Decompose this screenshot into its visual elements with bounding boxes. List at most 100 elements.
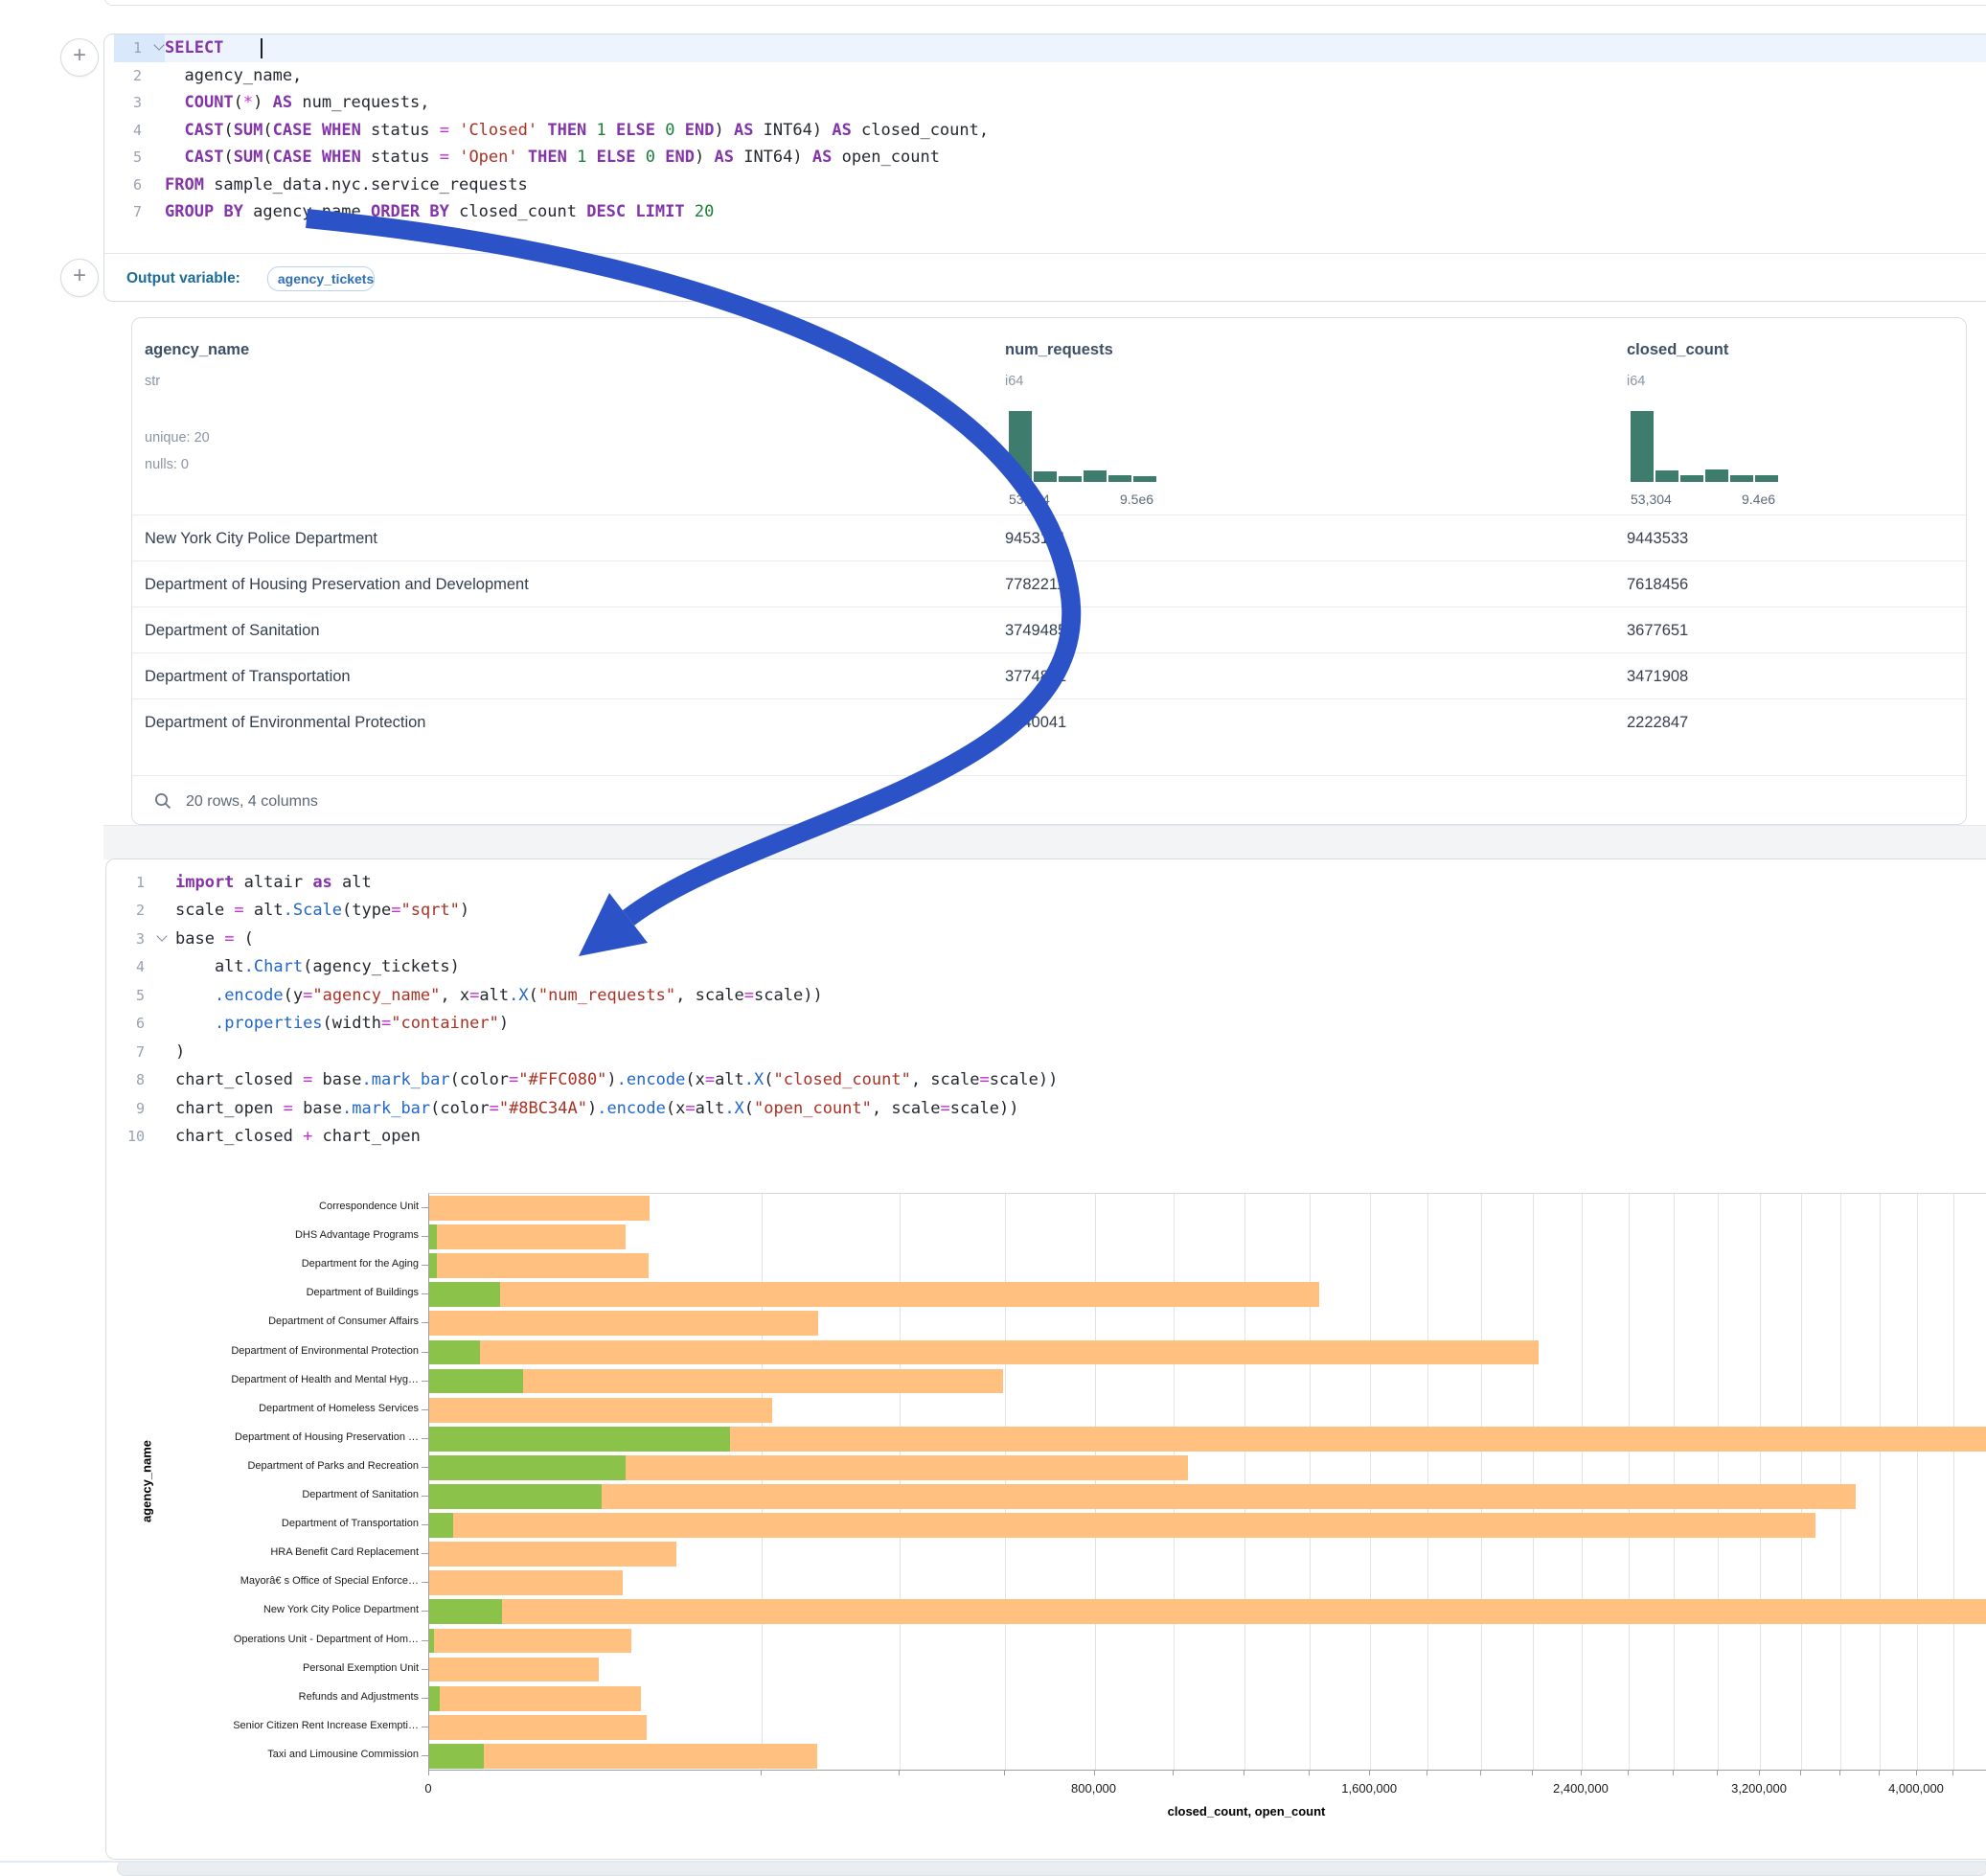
code-line[interactable]: 2scale = alt.Scale(type="sqrt"): [106, 897, 1986, 926]
y-axis-label: Operations Unit - Department of Hom…: [112, 1634, 419, 1645]
gridline: [1760, 1194, 1761, 1771]
line-number: 8: [106, 1066, 145, 1095]
line-number: 7: [104, 198, 142, 226]
column-type: str: [145, 374, 160, 389]
x-axis-tick: [1879, 1770, 1880, 1775]
gridline: [1533, 1194, 1534, 1771]
gridline: [1310, 1194, 1311, 1771]
python-editor[interactable]: 1import altair as alt2scale = alt.Scale(…: [106, 868, 1986, 1155]
gridline: [1953, 1194, 1954, 1771]
bar-closed_count: [429, 1282, 1319, 1307]
code-line[interactable]: 5 CAST(SUM(CASE WHEN status = 'Open' THE…: [104, 144, 1986, 172]
histogram-bar: [1655, 470, 1678, 482]
code-line[interactable]: 7): [106, 1038, 1986, 1066]
histogram: [1631, 411, 1778, 482]
x-axis-tick: [1759, 1770, 1760, 1775]
gridline: [1095, 1194, 1096, 1771]
y-axis-label: Department of Sanitation: [112, 1489, 419, 1500]
gridline: [1629, 1194, 1630, 1771]
table-cell: 7782211: [1005, 561, 1065, 607]
table-row[interactable]: Department of Environmental Protection22…: [132, 698, 1966, 745]
fold-chevron-icon[interactable]: [156, 930, 167, 941]
table-cell: 3677651: [1627, 607, 1688, 653]
bar-open_count: [429, 1599, 502, 1624]
code-line[interactable]: 3base = (: [106, 925, 1986, 953]
code-line[interactable]: 2 agency_name,: [104, 62, 1986, 90]
y-axis-tick: [422, 1611, 428, 1612]
code-text: scale = alt.Scale(type="sqrt"): [175, 897, 469, 926]
y-axis-tick: [422, 1207, 428, 1208]
gridline: [1005, 1194, 1006, 1771]
output-variable-label: Output variable:: [126, 270, 240, 287]
x-axis-tick: [1173, 1770, 1174, 1775]
x-axis-tick: [1800, 1770, 1801, 1775]
table-cell: 2222847: [1627, 699, 1688, 745]
y-axis-label: Mayorâ€ s Office of Special Enforce…: [112, 1575, 419, 1587]
bar-closed_count: [429, 1253, 649, 1278]
code-text: chart_closed + chart_open: [175, 1123, 421, 1152]
column-meta: nulls: 0: [145, 457, 189, 472]
code-text: base = (: [175, 925, 254, 953]
y-axis-label: Department of Transportation: [112, 1518, 419, 1529]
table-row[interactable]: New York City Police Department945313194…: [132, 515, 1966, 561]
x-axis-tick: [428, 1770, 429, 1775]
line-number: 6: [106, 1010, 145, 1039]
y-axis-tick: [422, 1352, 428, 1353]
code-line[interactable]: 9chart_open = base.mark_bar(color="#8BC3…: [106, 1094, 1986, 1123]
bar-open_count: [429, 1744, 484, 1769]
y-axis-label: Senior Citizen Rent Increase Exempti…: [112, 1720, 419, 1731]
code-text: FROM sample_data.nyc.service_requests: [165, 172, 528, 199]
gridline: [1481, 1194, 1482, 1771]
results-table: agency_namestrunique: 20nulls: 0num_requ…: [131, 317, 1967, 825]
histogram-max-label: 9.5e6: [1120, 492, 1153, 507]
x-axis-tick: [1369, 1770, 1370, 1775]
y-axis-label: Correspondence Unit: [112, 1201, 419, 1212]
histogram-bar: [1059, 476, 1082, 482]
code-line[interactable]: 7GROUP BY agency_name ORDER BY closed_co…: [104, 198, 1986, 226]
code-line[interactable]: 6 .properties(width="container"): [106, 1010, 1986, 1039]
code-text: ): [175, 1038, 185, 1066]
code-text: SELECT: [165, 34, 1986, 62]
code-line[interactable]: 1SELECT: [104, 34, 1986, 62]
code-line[interactable]: 4 CAST(SUM(CASE WHEN status = 'Closed' T…: [104, 117, 1986, 145]
bar-open_count: [429, 1629, 434, 1654]
table-row[interactable]: Department of Sanitation37494853677651: [132, 606, 1966, 653]
table-cell: 3774892: [1005, 653, 1066, 699]
add-cell-button-top[interactable]: +: [60, 38, 99, 77]
line-number: 3: [104, 89, 142, 117]
table-cell: Department of Sanitation: [145, 607, 320, 653]
y-axis-tick: [422, 1524, 428, 1525]
y-axis-tick: [422, 1438, 428, 1439]
y-axis-label: Taxi and Limousine Commission: [112, 1749, 419, 1760]
table-row[interactable]: Department of Transportation377489234719…: [132, 652, 1966, 699]
y-axis-label: Department of Buildings: [112, 1287, 419, 1298]
x-axis-tick: [1532, 1770, 1533, 1775]
x-axis-tick-label: 1,600,000: [1341, 1781, 1397, 1796]
add-cell-button-middle[interactable]: +: [60, 259, 99, 297]
y-axis-tick: [422, 1755, 428, 1756]
text-caret: [261, 38, 263, 58]
code-line[interactable]: 3 COUNT(*) AS num_requests,: [104, 89, 1986, 117]
x-axis-tick: [761, 1770, 762, 1775]
table-cell: 2240041: [1005, 699, 1066, 745]
x-axis-tick: [1952, 1770, 1953, 1775]
search-icon[interactable]: [154, 792, 172, 811]
table-cell: 9453131: [1005, 515, 1066, 561]
table-row[interactable]: Department of Housing Preservation and D…: [132, 561, 1966, 607]
code-line[interactable]: 1import altair as alt: [106, 868, 1986, 897]
gridline: [1880, 1194, 1881, 1771]
code-line[interactable]: 4 alt.Chart(agency_tickets): [106, 953, 1986, 982]
code-line[interactable]: 8chart_closed = base.mark_bar(color="#FF…: [106, 1066, 1986, 1095]
bar-closed_count: [429, 1196, 650, 1221]
code-line[interactable]: 5 .encode(y="agency_name", x=alt.X("num_…: [106, 981, 1986, 1010]
y-axis-label: Department of Housing Preservation …: [112, 1431, 419, 1443]
y-axis-tick: [422, 1293, 428, 1294]
histogram-bar: [1009, 411, 1032, 482]
output-variable-pill[interactable]: agency_tickets: [267, 266, 375, 291]
sql-editor[interactable]: 1SELECT 2 agency_name,3 COUNT(*) AS num_…: [104, 34, 1986, 253]
column-type: i64: [1627, 374, 1645, 389]
x-axis-tick-label: 800,000: [1071, 1781, 1116, 1796]
histogram-bar: [1084, 470, 1107, 482]
code-line[interactable]: 6FROM sample_data.nyc.service_requests: [104, 172, 1986, 199]
code-line[interactable]: 10chart_closed + chart_open: [106, 1123, 1986, 1152]
